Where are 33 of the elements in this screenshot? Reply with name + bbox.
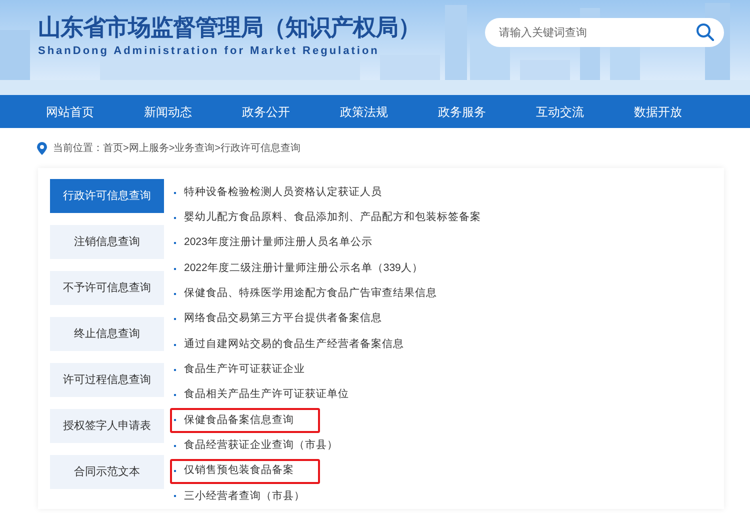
nav-link[interactable]: 政务服务	[438, 102, 536, 120]
list-link[interactable]: 三小经营者查询（市县）	[170, 484, 331, 509]
search-field[interactable]: 请输入关键词查询	[485, 18, 724, 47]
breadcrumb: 当前位置：首页>网上服务>业务查询>行政许可信息查询	[53, 142, 301, 156]
list-link[interactable]: 通过自建网站交易的食品生产经营者备案信息	[170, 332, 430, 358]
nav-link[interactable]: 新闻动态	[144, 102, 242, 120]
sidebar-tab[interactable]: 授权签字人申请表	[50, 409, 164, 443]
list-link[interactable]: 食品经营获证企业查询（市县）	[170, 433, 364, 458]
sidebar-tab[interactable]: 行政许可信息查询	[50, 179, 164, 213]
site-subtitle: ShanDong Administration for Market Regulation	[38, 44, 380, 58]
list-link[interactable]: 2022年度二级注册计量师注册公示名单（339人）	[170, 256, 449, 282]
list-link[interactable]: 保健食品备案信息查询	[170, 408, 320, 433]
sidebar-tab[interactable]: 终止信息查询	[50, 317, 164, 351]
search-icon[interactable]	[696, 23, 714, 41]
sidebar-tab[interactable]: 不予许可信息查询	[50, 271, 164, 305]
site-title: 山东省市场监督管理局（知识产权局）	[38, 13, 420, 42]
list-link[interactable]: 网络食品交易第三方平台提供者备案信息	[170, 306, 408, 332]
sidebar-tab[interactable]: 合同示范文本	[50, 455, 164, 489]
nav-link[interactable]: 网站首页	[46, 102, 144, 120]
list-link[interactable]: 仅销售预包装食品备案	[170, 458, 320, 484]
list-link[interactable]: 2023年度注册计量师注册人员名单公示	[170, 230, 398, 256]
nav-link[interactable]: 政务公开	[242, 102, 340, 120]
list-link[interactable]: 食品生产许可证获证企业	[170, 357, 331, 382]
list-link[interactable]: 婴幼儿配方食品原料、食品添加剂、产品配方和包装标签备案	[170, 205, 507, 230]
location-pin-icon	[37, 142, 47, 154]
nav-link[interactable]: 政策法规	[340, 102, 438, 120]
nav-link[interactable]: 互动交流	[536, 102, 634, 120]
nav-link[interactable]: 数据开放	[634, 102, 732, 120]
list-link[interactable]: 特种设备检验检测人员资格认定获证人员	[170, 180, 408, 206]
list-link[interactable]: 保健食品、特殊医学用途配方食品广告审查结果信息	[170, 281, 463, 306]
list-link[interactable]: 食品相关产品生产许可证获证单位	[170, 382, 375, 408]
sidebar-tab[interactable]: 许可过程信息查询	[50, 363, 164, 397]
sidebar-tab[interactable]: 注销信息查询	[50, 225, 164, 259]
